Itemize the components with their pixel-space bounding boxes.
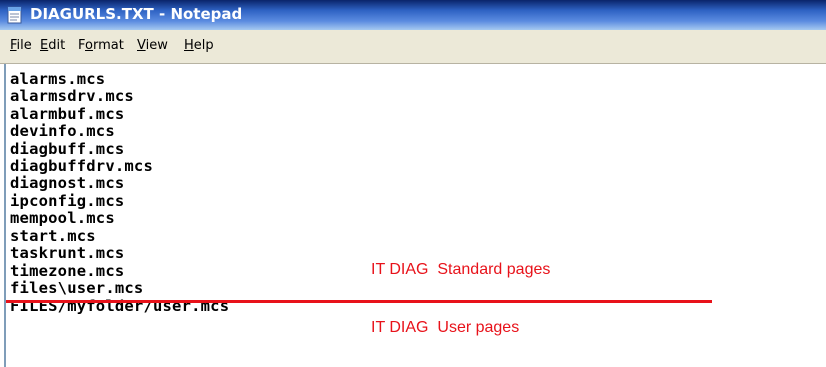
text-line: devinfo.mcs [10,122,115,140]
menu-format[interactable]: Format [78,38,124,53]
standard-pages-annotation: IT DIAG Standard pages [371,261,551,278]
separator-red-line [6,300,712,303]
text-line: alarmsdrv.mcs [10,87,134,105]
menu-edit[interactable]: Edit [40,38,65,53]
menu-help[interactable]: Help [184,38,214,53]
text-line: ipconfig.mcs [10,192,125,210]
menu-file[interactable]: File [10,38,32,53]
editor-left-border [4,64,6,367]
menu-bar: File Edit Format View Help [0,30,826,64]
text-line: start.mcs [10,227,96,245]
text-line: diagbuff.mcs [10,140,125,158]
title-bar[interactable]: DIAGURLS.TXT - Notepad [0,0,826,30]
text-line: mempool.mcs [10,209,115,227]
text-line: taskrunt.mcs [10,244,125,262]
notepad-window: DIAGURLS.TXT - Notepad File Edit Format … [0,0,826,367]
text-line: files\user.mcs [10,279,144,297]
text-line: diagbuffdrv.mcs [10,157,153,175]
text-line: alarms.mcs [10,70,106,88]
window-title: DIAGURLS.TXT - Notepad [30,5,243,23]
user-pages-annotation: IT DIAG User pages [371,319,520,336]
text-line: alarmbuf.mcs [10,105,125,123]
notepad-icon [7,6,22,24]
menu-view[interactable]: View [137,38,168,53]
text-line: timezone.mcs [10,262,125,280]
text-line: diagnost.mcs [10,174,125,192]
